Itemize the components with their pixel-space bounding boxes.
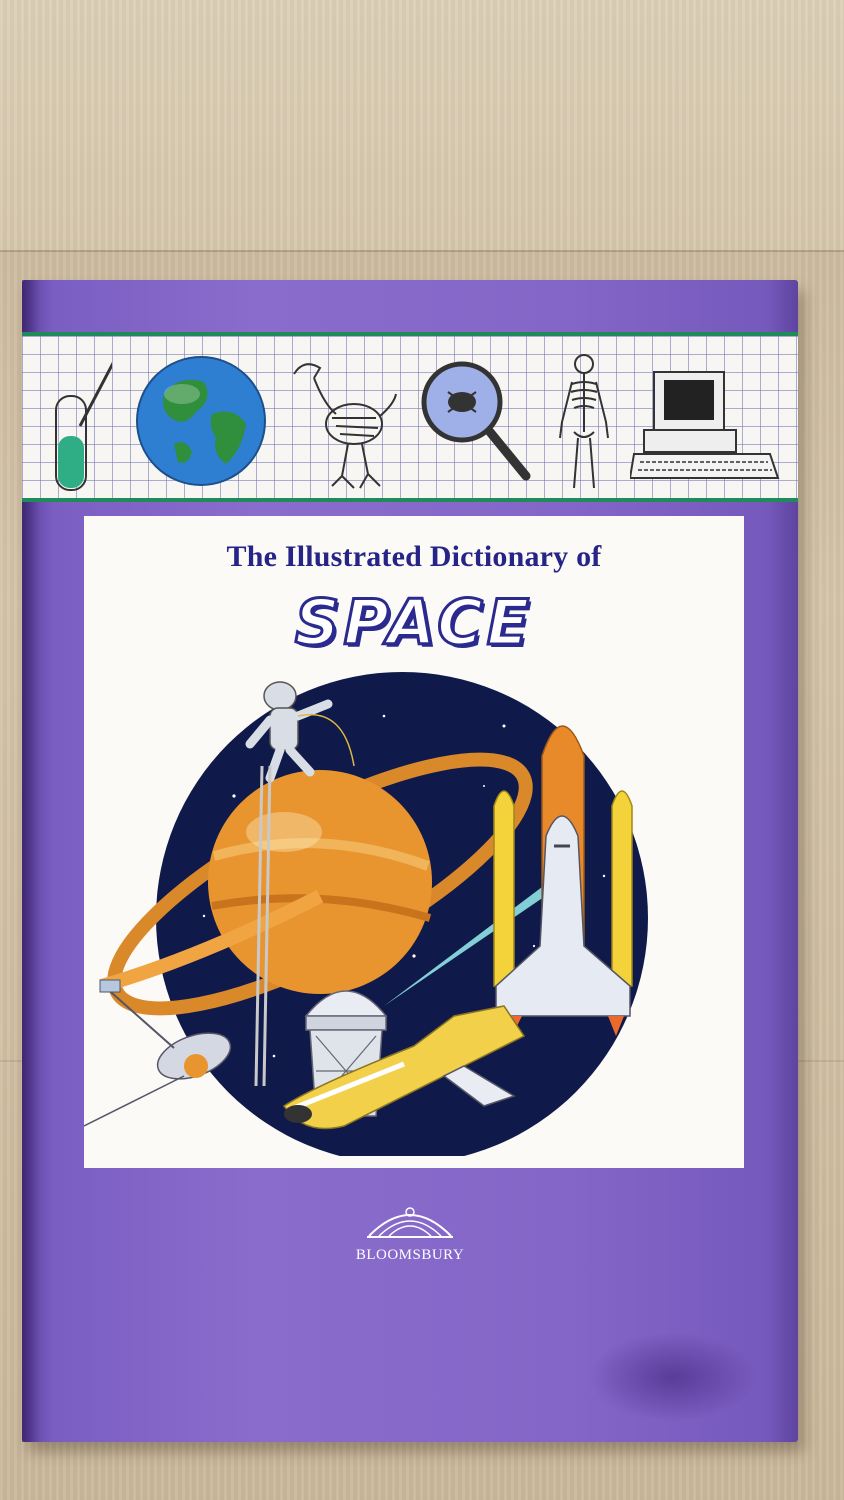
test-tube-icon: [55, 361, 112, 491]
title-line: The Illustrated Dictionary of: [226, 540, 602, 573]
human-skeleton-icon: [559, 354, 609, 489]
computer-icon: [630, 371, 780, 479]
plank-seam: [0, 250, 844, 252]
title-panel: The Illustrated Dictionary of SPACE: [84, 516, 744, 1168]
bird-skeleton-icon: [293, 363, 397, 489]
ringed-planet: [208, 770, 432, 994]
space-illustration: [84, 672, 648, 1156]
magnifier-icon: [421, 361, 531, 481]
publisher-name: BLOOMSBURY: [355, 1247, 465, 1263]
publisher-block: BLOOMSBURY: [22, 1200, 798, 1264]
cover-wear-mark: [588, 1332, 758, 1422]
book-cover: The Illustrated Dictionary of SPACE BLOO…: [22, 280, 798, 1442]
science-icon-band: [22, 332, 798, 502]
globe-icon: [136, 356, 266, 486]
bloomsbury-logo-icon: [367, 1207, 453, 1238]
main-title: SPACE: [293, 585, 534, 661]
